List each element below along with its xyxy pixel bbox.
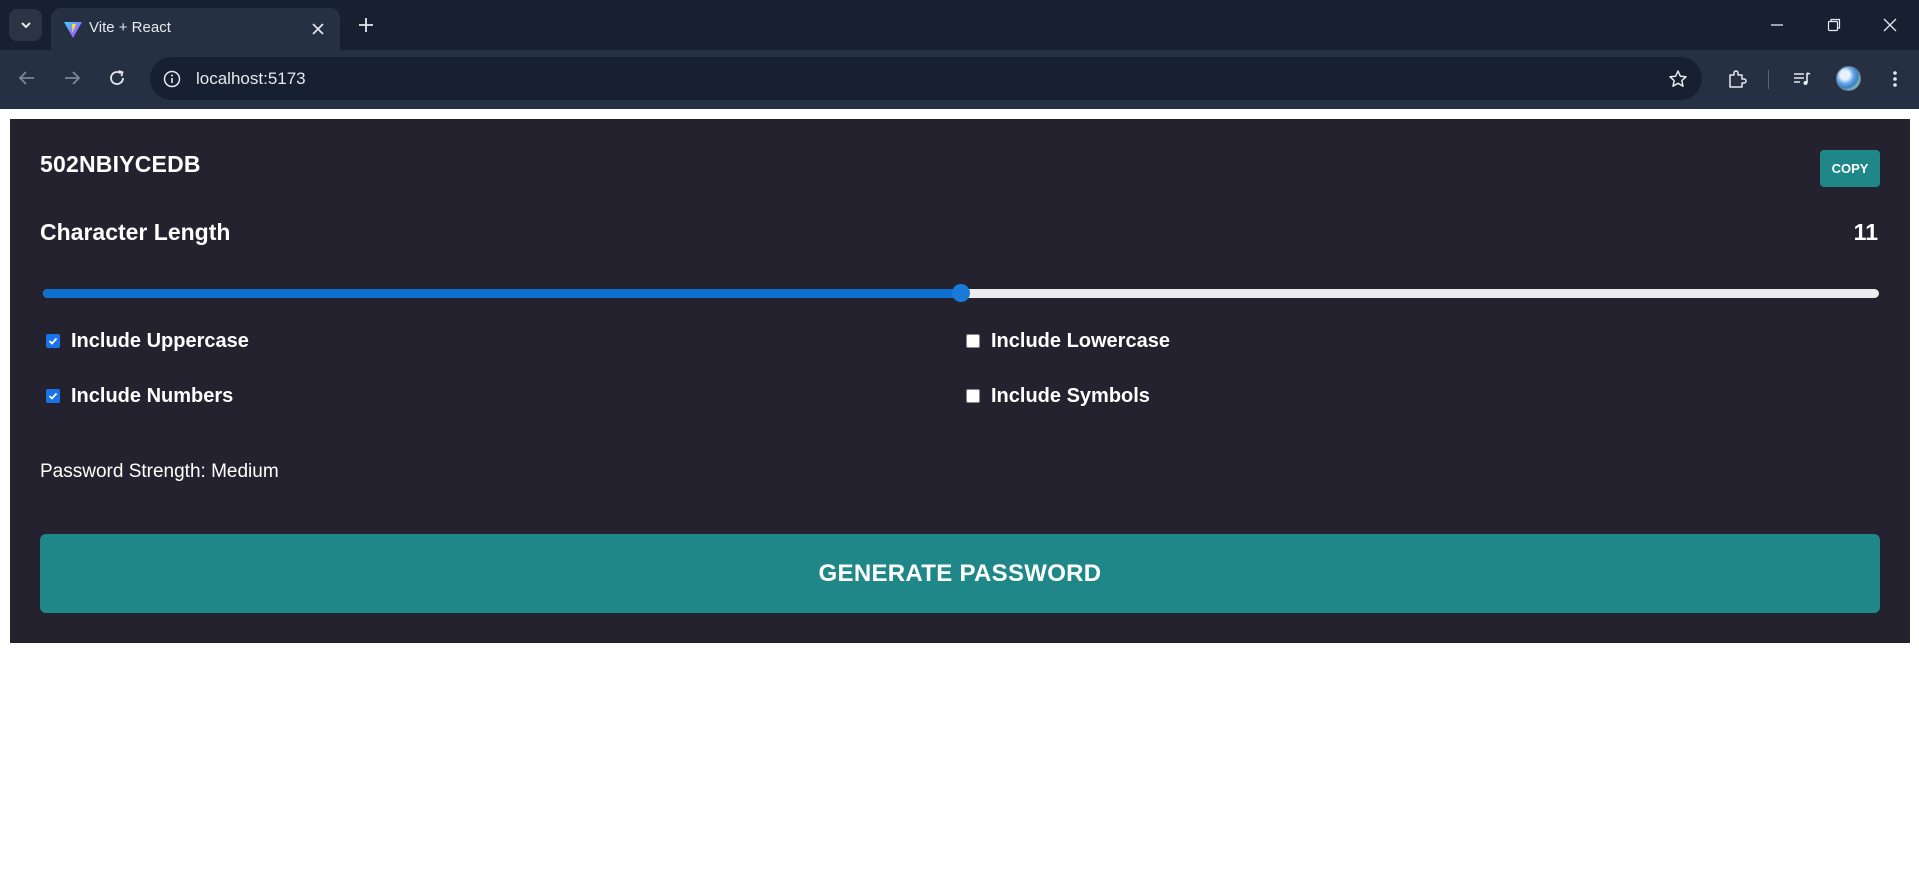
character-length-value: 11 [1853,219,1878,245]
length-slider[interactable] [43,283,1879,303]
character-length-label: Character Length [40,219,231,245]
new-tab-button[interactable] [353,12,379,38]
password-strength-text: Password Strength: Medium [40,461,279,482]
plus-icon [359,18,373,32]
close-icon [312,23,324,35]
tab-title: Vite + React [89,19,171,36]
checkmark-icon [48,337,58,345]
media-playlist-icon [1794,72,1811,85]
forward-arrow-icon [65,71,81,85]
vite-favicon-icon [64,22,82,38]
info-icon [163,70,181,88]
bookmark-button[interactable] [1666,67,1690,91]
numbers-checkbox[interactable] [46,389,60,403]
generated-password: 502NBIYCEDB [40,151,201,177]
option-numbers[interactable]: Include Numbers [40,384,233,408]
minimize-button[interactable] [1760,10,1794,40]
browser-toolbar: localhost:5173 [0,50,1919,109]
forward-button[interactable] [57,63,87,93]
site-info-button[interactable] [160,67,184,91]
close-window-button[interactable] [1873,10,1907,40]
tab-search-button[interactable] [9,9,42,41]
chevron-down-icon [20,22,31,29]
option-lowercase[interactable]: Include Lowercase [960,329,1170,353]
toolbar-separator [1768,70,1769,89]
star-icon [1669,70,1687,87]
restore-button[interactable] [1817,10,1851,40]
uppercase-label: Include Uppercase [71,329,249,352]
address-bar[interactable]: localhost:5173 [150,57,1702,100]
option-uppercase[interactable]: Include Uppercase [40,329,249,353]
profile-avatar[interactable] [1836,66,1861,91]
generate-password-button[interactable]: GENERATE PASSWORD [40,534,1880,613]
tab-close-button[interactable] [307,18,329,40]
symbols-checkbox[interactable] [966,389,980,403]
reload-icon [110,70,124,85]
option-symbols[interactable]: Include Symbols [960,384,1150,408]
lowercase-checkbox[interactable] [966,334,980,348]
symbols-label: Include Symbols [991,384,1150,407]
back-button[interactable] [12,63,42,93]
more-vertical-icon [1893,71,1897,87]
lowercase-label: Include Lowercase [991,329,1170,352]
copy-button[interactable]: COPY [1820,150,1880,187]
browser-tab[interactable]: Vite + React [51,8,340,50]
back-arrow-icon [18,71,34,85]
checkmark-icon [48,392,58,400]
minimize-icon [1771,24,1783,26]
password-generator-panel: 502NBIYCEDB COPY Character Length 11 Inc… [10,119,1910,643]
restore-icon [1827,18,1841,32]
close-window-icon [1883,18,1897,32]
uppercase-checkbox[interactable] [46,334,60,348]
more-menu-button[interactable] [1880,64,1910,94]
media-control-button[interactable] [1787,64,1817,94]
slider-fill [43,289,961,298]
numbers-label: Include Numbers [71,384,234,407]
reload-button[interactable] [102,63,132,93]
url-text[interactable]: localhost:5173 [196,69,306,89]
browser-tab-bar: Vite + React [0,0,1919,50]
extensions-button[interactable] [1722,64,1752,94]
slider-thumb[interactable] [952,284,970,302]
puzzle-icon [1729,70,1747,88]
